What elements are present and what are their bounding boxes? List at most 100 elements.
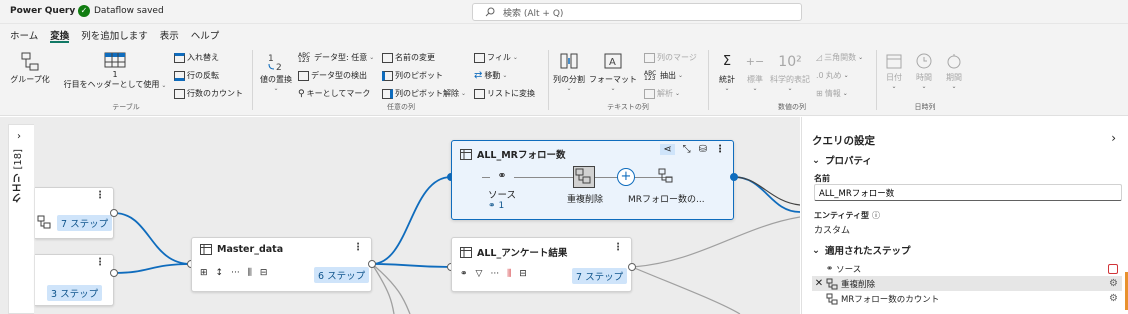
datetime-group-label: 日時列 (914, 103, 936, 111)
scientific-button[interactable]: 10² 科学的表記 ⌄ (768, 52, 812, 92)
detect-type-button[interactable]: データ型の検出 (298, 70, 367, 81)
diagram-canvas[interactable]: › クエリ [18] ⋮ 7 ステップ ⋮ 3 ステップ Master_data… (0, 117, 800, 314)
search-box[interactable]: 検索 (Alt + Q) (472, 3, 802, 21)
tab-view[interactable]: 表示 (154, 24, 185, 44)
table-group-label: テーブル (112, 103, 140, 111)
gear-icon[interactable]: ⚙ (1109, 293, 1118, 304)
database-icon[interactable]: ⛁ (699, 144, 707, 155)
applied-step-dedupe[interactable]: ✕ 重複削除 ⚙ (812, 276, 1122, 291)
info-button[interactable]: ⊞ 情報 ⌄ (816, 88, 848, 99)
rounding-button[interactable]: .0 丸め ⌄ (816, 70, 849, 81)
delete-step-icon[interactable]: ✕ (812, 278, 826, 289)
query-node-partial[interactable]: ⋮ 3 ステップ (35, 254, 114, 306)
format-button[interactable]: A フォーマット ⌄ (588, 52, 638, 92)
count-step-icon[interactable] (658, 168, 674, 187)
trig-label: 三角関数 (824, 53, 857, 62)
fill-button[interactable]: フィル ⌄ (474, 52, 518, 63)
rename-button[interactable]: 名前の変更 (382, 52, 435, 63)
table-icon: ⊟ (259, 268, 268, 278)
scientific-label: 科学的表記 (770, 75, 810, 84)
step-count-badge[interactable]: 7 ステップ (57, 215, 113, 231)
output-port[interactable] (730, 173, 738, 181)
step-dedupe-label[interactable]: 重複削除 (560, 192, 610, 205)
add-step-button[interactable]: + (617, 168, 635, 186)
tab-add-column[interactable]: 列を追加します (75, 24, 154, 44)
applied-steps-section[interactable]: ⌄ 適用されたステップ (812, 243, 910, 258)
queries-count: [18] (13, 149, 24, 170)
statistics-button[interactable]: Σ 統計 ⌄ (712, 52, 742, 92)
duration-button[interactable]: 期間 ⌄ (940, 52, 968, 90)
tab-home[interactable]: ホーム (4, 24, 44, 44)
date-button[interactable]: 日付 ⌄ (880, 52, 908, 90)
chevron-right-icon[interactable]: › (17, 131, 21, 142)
data-type-button[interactable]: ABC 123 データ型: 任意 ⌄ (298, 52, 374, 63)
more-options-icon[interactable]: ⋮ (353, 242, 363, 253)
more-options-icon[interactable]: ⋮ (613, 242, 623, 253)
output-port[interactable] (368, 260, 376, 268)
more-options-icon[interactable]: ⋮ (715, 144, 725, 155)
gear-icon[interactable]: ⚙ (1109, 278, 1118, 289)
group-by-button[interactable]: グループ化 (8, 52, 52, 85)
count-rows-button[interactable]: 行数のカウント (174, 88, 243, 99)
step-count-badge[interactable]: 7 ステップ (572, 268, 628, 284)
query-name-input[interactable] (814, 184, 1122, 201)
more-options-icon[interactable]: ⋮ (95, 190, 105, 201)
detect-type-icon (298, 70, 309, 81)
query-node-master-data[interactable]: Master_data ⋮ ⊞ ↕ ··· ⫼ ⊟ 6 ステップ (191, 237, 372, 292)
duration-label: 期間 (946, 73, 962, 82)
queries-panel-label[interactable]: クエリ [18] (11, 149, 26, 203)
step-count-badge[interactable]: 3 ステップ (47, 285, 103, 301)
info-icon[interactable]: ⓘ (872, 210, 880, 221)
step-source-label[interactable]: ソース (474, 187, 530, 201)
trig-button[interactable]: ◿ 三角関数 ⌄ (816, 52, 863, 63)
search-placeholder: 検索 (Alt + Q) (503, 8, 564, 19)
tab-help[interactable]: ヘルプ (185, 24, 226, 44)
clock-icon (916, 53, 932, 69)
tab-transform[interactable]: 変換 (44, 24, 75, 44)
info-label: 情報 (824, 89, 841, 98)
to-list-button[interactable]: リストに変換 (474, 88, 535, 99)
applied-step-source[interactable]: ⚭ ソース (812, 261, 1122, 276)
link-icon: ⚭ (826, 263, 834, 274)
step-count-label[interactable]: MRフォロー数の... (628, 192, 705, 205)
pivot-button[interactable]: 列のピボット (382, 70, 443, 81)
collapse-icon[interactable]: ⤡ (683, 144, 691, 155)
query-node-survey[interactable]: ALL_アンケート結果 ⋮ ⚭ ▽ ··· ⫼ ⊟ 7 ステップ (451, 237, 632, 292)
applied-step-count[interactable]: MRフォロー数のカウント ⚙ (812, 291, 1122, 306)
chevron-right-icon[interactable]: › (1111, 131, 1116, 145)
output-port[interactable] (110, 269, 118, 277)
dedupe-step-icon[interactable] (573, 166, 595, 188)
format-icon: A (604, 53, 622, 69)
fill-icon (474, 52, 485, 63)
use-first-row-num: 1 (112, 70, 118, 79)
svg-text:1: 1 (268, 54, 274, 64)
to-list-label: リストに変換 (487, 89, 535, 98)
mark-as-key-button[interactable]: ⚲ キーとしてマーク (298, 88, 370, 99)
warning-icon[interactable] (1108, 263, 1118, 274)
step-count-badge[interactable]: 6 ステップ (314, 267, 370, 283)
share-icon[interactable]: ⋖ (660, 144, 675, 155)
unpivot-button[interactable]: 列のピボット解除 ⌄ (382, 88, 466, 99)
parse-button[interactable]: 解析 ⌄ (644, 88, 680, 99)
extract-button[interactable]: ABC 123 抽出 ⌄ (644, 70, 683, 81)
reverse-rows-button[interactable]: 行の反転 (174, 70, 219, 81)
group-by-icon (21, 52, 39, 71)
replace-values-button[interactable]: 12 値の置換 ⌄ (256, 52, 296, 92)
output-port[interactable] (110, 209, 118, 217)
query-node-partial[interactable]: ⋮ 7 ステップ (35, 187, 114, 239)
merge-columns-button[interactable]: 列のマージ (644, 52, 697, 63)
link-icon[interactable]: ⚭ (490, 169, 514, 182)
menu-bar: ホーム 変換 列を追加します 表示 ヘルプ (0, 24, 1128, 44)
move-button[interactable]: ⇄ 移動 ⌄ (474, 70, 507, 81)
standard-button[interactable]: +− 標準 ⌄ (742, 52, 768, 92)
unpivot-icon (382, 88, 393, 99)
transpose-button[interactable]: 入れ替え (174, 52, 219, 63)
output-port[interactable] (628, 263, 636, 271)
time-button[interactable]: 時間 ⌄ (910, 52, 938, 90)
use-first-row-button[interactable]: 1 行目をヘッダーとして使用 ⌄ (60, 52, 170, 90)
more-options-icon[interactable]: ⋮ (95, 257, 105, 268)
properties-section[interactable]: ⌄ プロパティ (812, 153, 872, 168)
split-column-button[interactable]: 列の分割 ⌄ (550, 52, 588, 92)
entity-type-label: エンティティ型 ⓘ (814, 210, 880, 221)
query-node-mr-follow[interactable]: ALL_MRフォロー数 ⋖ ⤡ ⛁ ⋮ ⚭ ソース ⚭ 1 重複削除 + MRフ… (451, 140, 734, 220)
